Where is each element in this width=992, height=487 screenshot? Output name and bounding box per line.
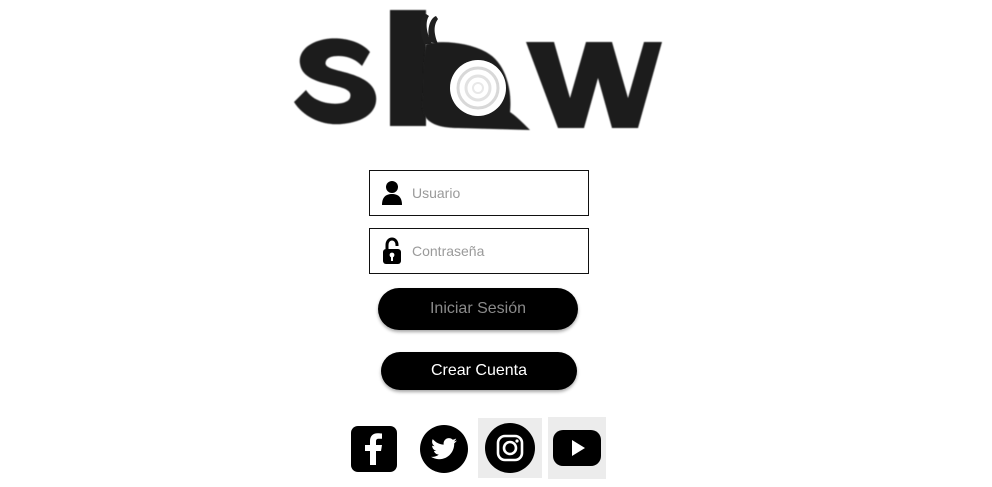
password-input[interactable] — [412, 243, 572, 259]
facebook-link[interactable] — [345, 420, 403, 478]
username-field[interactable] — [369, 170, 589, 216]
facebook-icon — [351, 426, 397, 472]
twitter-link[interactable] — [415, 420, 473, 478]
create-account-button[interactable]: Crear Cuenta — [381, 352, 577, 390]
app-logo — [290, 4, 670, 134]
instagram-icon — [485, 423, 535, 473]
padlock-icon — [380, 237, 404, 265]
password-field[interactable] — [369, 228, 589, 274]
instagram-link[interactable] — [478, 418, 542, 478]
login-button[interactable]: Iniciar Sesión — [378, 288, 578, 330]
youtube-icon — [553, 430, 601, 466]
twitter-icon — [420, 425, 468, 473]
username-input[interactable] — [412, 185, 572, 201]
youtube-link[interactable] — [548, 417, 606, 479]
user-icon — [380, 179, 404, 207]
slow-logo-graphic — [294, 10, 662, 130]
